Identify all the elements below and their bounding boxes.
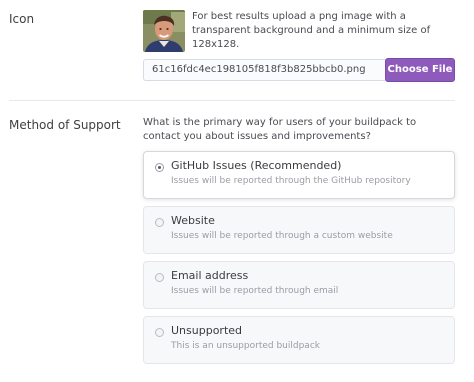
section-divider bbox=[9, 100, 455, 101]
option-title: Unsupported bbox=[171, 324, 243, 337]
support-option-github-issues[interactable]: GitHub Issues (Recommended) Issues will … bbox=[143, 151, 455, 199]
support-section-label: Method of Support bbox=[9, 118, 121, 132]
radio-button-checked[interactable] bbox=[155, 163, 164, 172]
radio-button[interactable] bbox=[155, 218, 164, 227]
radio-button[interactable] bbox=[155, 273, 164, 282]
support-option-website[interactable]: Website Issues will be reported through … bbox=[143, 206, 455, 254]
buildpack-icon-preview bbox=[143, 10, 185, 52]
support-option-unsupported[interactable]: Unsupported This is an unsupported build… bbox=[143, 316, 455, 364]
support-question: What is the primary way for users of you… bbox=[143, 117, 417, 142]
radio-button[interactable] bbox=[155, 328, 164, 337]
option-description: Issues will be reported through a custom… bbox=[171, 231, 393, 241]
support-option-email[interactable]: Email address Issues will be reported th… bbox=[143, 261, 455, 309]
avatar-photo-icon bbox=[143, 10, 185, 52]
choose-file-button[interactable]: Choose File bbox=[385, 58, 455, 82]
icon-section-label: Icon bbox=[9, 12, 35, 26]
selected-file-name: 61c16fdc4ec198105f818f3b825bbcb0.png bbox=[143, 59, 385, 81]
option-title: Website bbox=[171, 214, 215, 227]
option-description: Issues will be reported through the GitH… bbox=[171, 176, 411, 186]
option-title: GitHub Issues (Recommended) bbox=[171, 159, 342, 172]
option-description: This is an unsupported buildpack bbox=[171, 341, 320, 351]
option-title: Email address bbox=[171, 269, 249, 282]
option-description: Issues will be reported through email bbox=[171, 286, 339, 296]
icon-help-text: For best results upload a png image with… bbox=[192, 11, 431, 50]
